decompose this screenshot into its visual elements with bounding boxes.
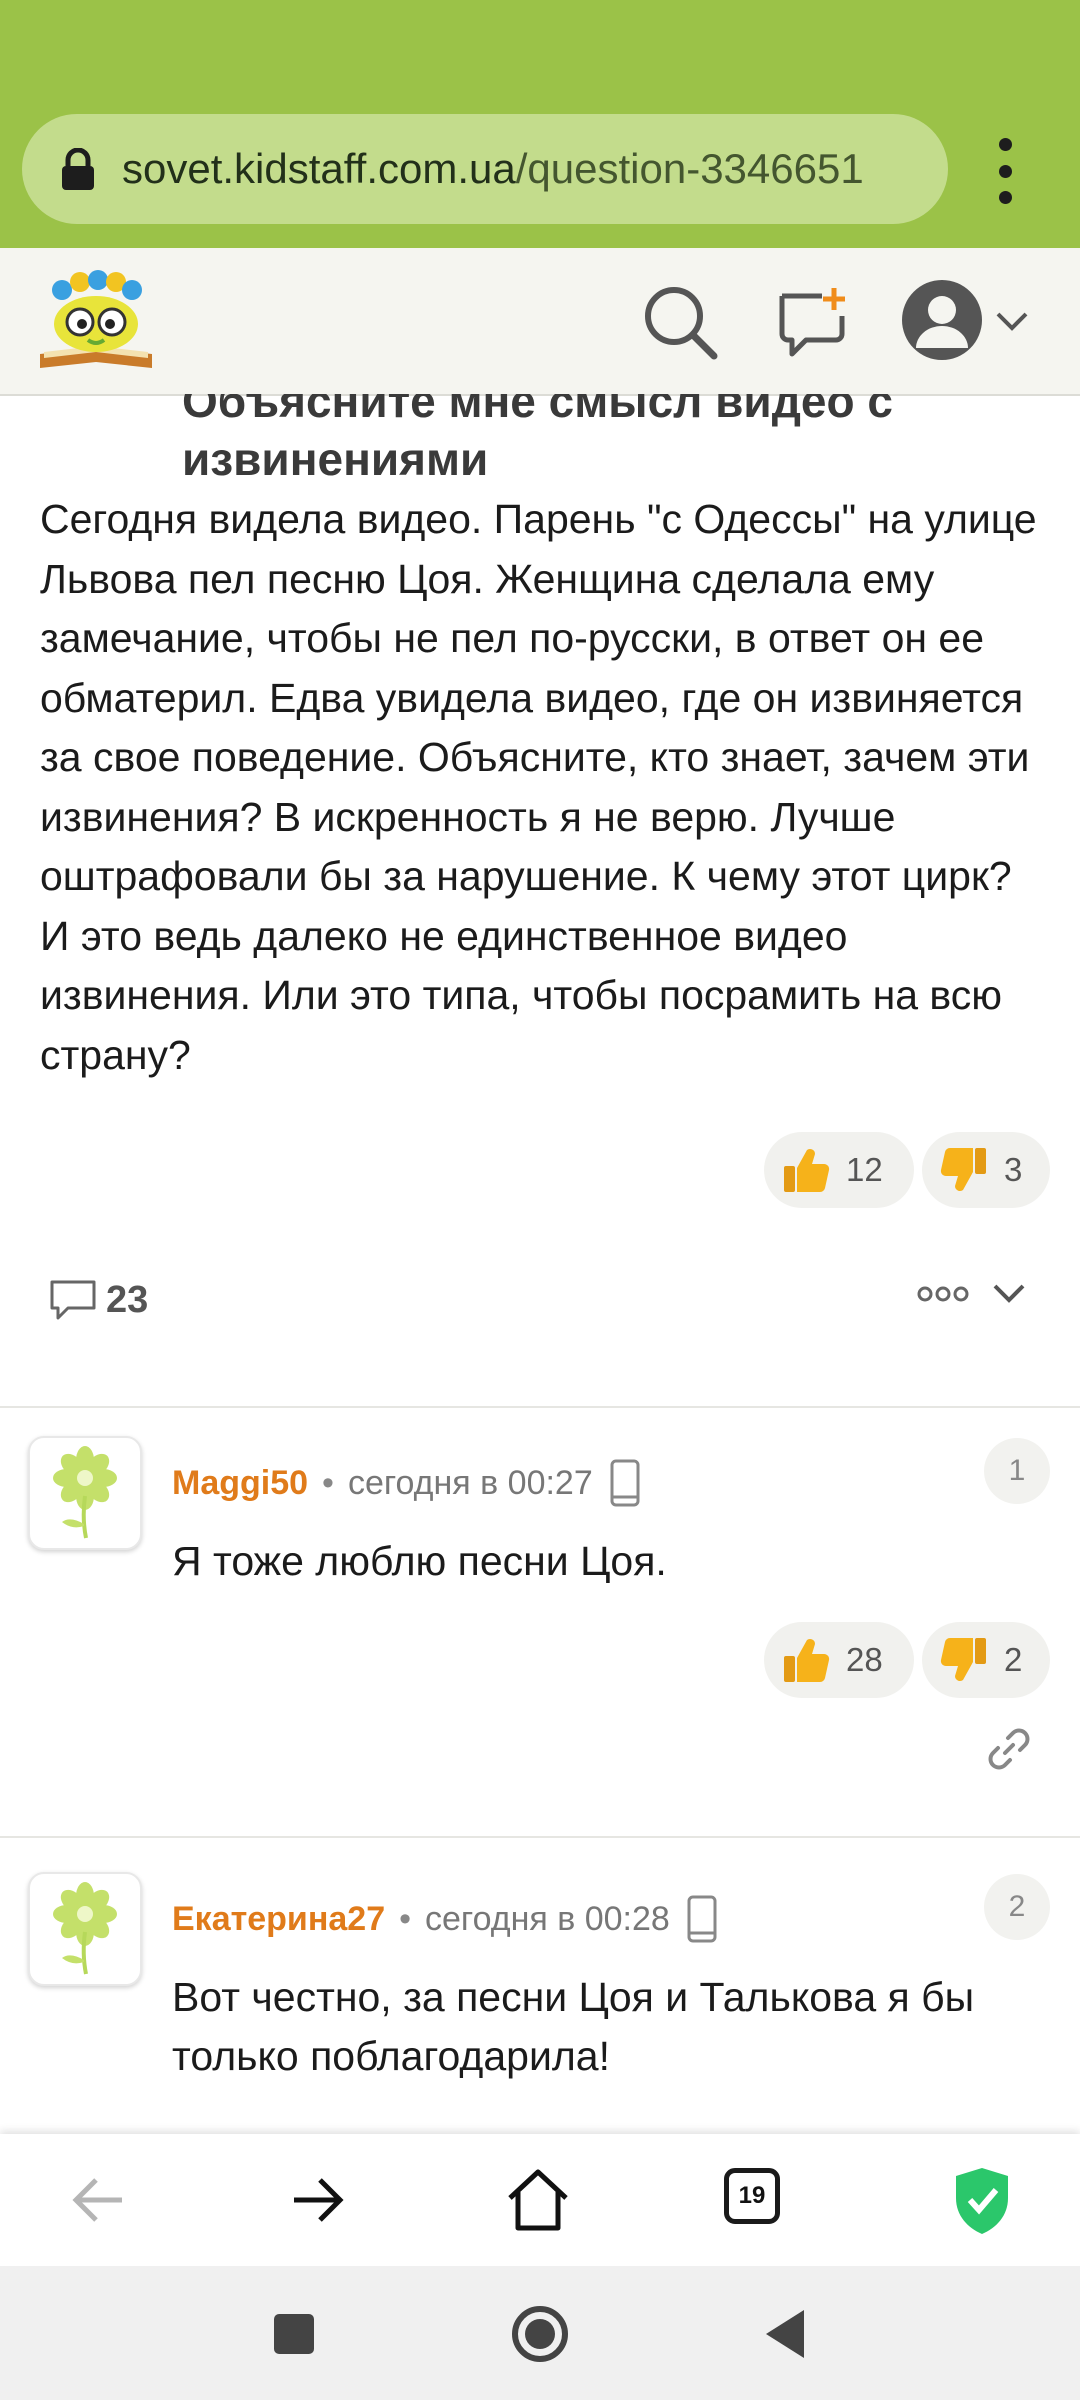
question-title: Объясните мне смысл видео с извинениями [182,394,893,485]
recent-apps-icon[interactable] [272,2312,316,2356]
comments-count-button[interactable]: 23 [48,1270,148,1330]
thumbs-up-icon [784,1149,830,1193]
chevron-down-icon[interactable] [992,304,1032,340]
comment-author[interactable]: Екатерина27 [172,1900,385,1939]
comment-time: сегодня в 00:27 [347,1463,593,1502]
browser-toolbar: sovet.kidstaff.com.ua/question-3346651 [0,0,1080,248]
question-like-button[interactable]: 12 [764,1132,914,1208]
divider [0,1836,1080,1838]
comment-number-badge: 1 [984,1438,1050,1504]
divider [0,1406,1080,1408]
comment-time: сегодня в 00:28 [425,1899,670,1938]
comment-bubble-icon [50,1280,96,1320]
kidstaff-logo[interactable] [30,266,162,376]
user-avatar-icon[interactable] [900,278,984,362]
mobile-device-icon [610,1459,640,1507]
thumbs-down-icon [940,1147,986,1191]
url-host: sovet.kidstaff.com.ua [122,145,516,192]
comment-author-avatar[interactable] [28,1872,142,1986]
address-bar[interactable]: sovet.kidstaff.com.ua/question-3346651 [22,114,948,224]
home-circle-icon[interactable] [510,2304,570,2364]
shield-check-icon[interactable] [944,2162,1020,2238]
comment-item: Екатерина27 • сегодня в 00:28 2 Вот чест… [0,1872,1080,2134]
comment-dislike-count: 2 [1004,1641,1023,1678]
thumbs-up-icon [784,1639,830,1683]
comment-like-button[interactable]: 28 [764,1622,914,1698]
comment-author-avatar[interactable] [28,1436,142,1550]
home-icon[interactable] [500,2162,576,2238]
new-question-icon[interactable] [772,282,852,362]
expand-chevron-icon[interactable] [990,1274,1028,1312]
thumbs-down-icon [940,1637,986,1681]
back-arrow-icon[interactable] [60,2162,136,2238]
browser-menu-button[interactable] [980,138,1030,204]
comment-meta: Maggi50 • сегодня в 00:27 [172,1458,641,1508]
url-path: /question-3346651 [515,145,864,192]
comment-text: Вот честно, за песни Цоя и Талькова я бы… [172,1974,975,2079]
url-text[interactable]: sovet.kidstaff.com.ua/question-3346651 [122,138,864,200]
comment-text: Я тоже люблю песни Цоя. [172,1538,667,1584]
site-header [0,248,1080,396]
search-icon[interactable] [640,282,720,362]
system-navigation-bar [0,2266,1080,2400]
back-triangle-icon[interactable] [762,2308,808,2360]
mobile-device-icon [687,1895,717,1943]
question-dislike-button[interactable]: 3 [922,1132,1050,1208]
question-content: Объясните мне смысл видео с извинениями … [0,394,1080,2134]
browser-bottom-bar: 19 [0,2134,1080,2266]
comments-count: 23 [106,1278,149,1321]
question-dislike-count: 3 [1004,1151,1023,1188]
flower-avatar-icon [53,1882,117,1975]
comment-item: Maggi50 • сегодня в 00:27 1 Я тоже люблю… [0,1436,1080,1856]
link-icon[interactable] [984,1724,1034,1774]
comment-like-count: 28 [846,1641,883,1678]
comment-meta: Екатерина27 • сегодня в 00:28 [172,1894,718,1944]
lock-icon [62,148,94,190]
more-options-icon[interactable] [916,1282,970,1306]
question-like-count: 12 [846,1151,883,1188]
comment-dislike-button[interactable]: 2 [922,1622,1050,1698]
question-body: Сегодня видела видео. Парень "с Одессы" … [40,496,1037,1078]
comment-number-badge: 2 [984,1874,1050,1940]
flower-avatar-icon [53,1446,117,1539]
tabs-count-button[interactable]: 19 [724,2168,780,2224]
comment-author[interactable]: Maggi50 [172,1464,308,1503]
forward-arrow-icon[interactable] [280,2162,356,2238]
